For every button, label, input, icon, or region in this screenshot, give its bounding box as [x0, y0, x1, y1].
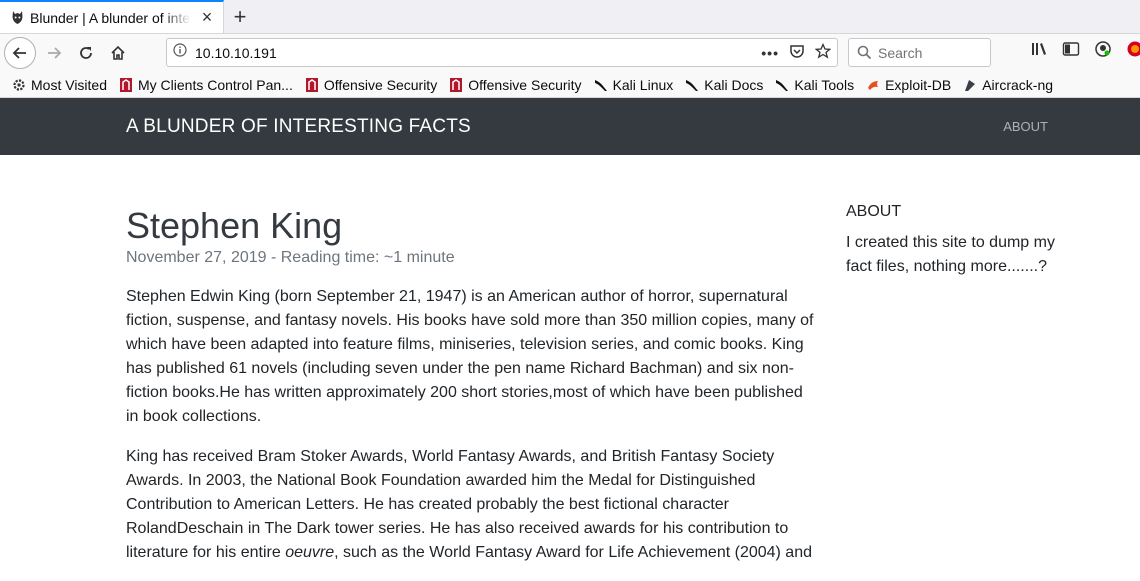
- search-icon: [857, 45, 872, 60]
- site-favicon-icon: [10, 10, 24, 26]
- sidebar-text: I created this site to dump my fact file…: [846, 231, 1076, 279]
- reload-icon: [78, 45, 94, 61]
- search-input[interactable]: Search: [848, 38, 991, 67]
- close-tab-icon[interactable]: ×: [197, 8, 217, 28]
- url-bar[interactable]: 10.10.10.191 •••: [166, 38, 838, 67]
- forward-arrow-icon: [46, 45, 62, 61]
- bookmark-kali-linux[interactable]: Kali Linux: [594, 77, 674, 93]
- post-paragraph-text: , such as the World Fantasy Award for Li…: [334, 544, 812, 561]
- sidebar-toggle-icon[interactable]: [1062, 41, 1080, 62]
- sidebar-heading: ABOUT: [846, 203, 1076, 221]
- extension-icon[interactable]: [1126, 40, 1140, 63]
- library-icon[interactable]: [1030, 41, 1048, 62]
- nav-toolbar: 10.10.10.191 ••• Search: [0, 34, 1140, 72]
- aircrack-icon: [963, 78, 977, 92]
- post-meta: November 27, 2019 - Reading time: ~1 min…: [126, 249, 816, 267]
- bookmark-kali-tools[interactable]: Kali Tools: [775, 77, 854, 93]
- kali-dragon-icon: [685, 78, 699, 92]
- kali-dragon-icon: [594, 78, 608, 92]
- offsec-icon: [305, 78, 319, 92]
- offsec-icon: [449, 78, 463, 92]
- tab-bar: Blunder | A blunder of interesting facts…: [0, 0, 1140, 34]
- url-text[interactable]: 10.10.10.191: [195, 45, 761, 61]
- sidebar: ABOUT I created this site to dump my fac…: [846, 203, 1076, 279]
- home-icon: [110, 45, 126, 61]
- gear-icon: [12, 78, 26, 92]
- bookmark-kali-docs[interactable]: Kali Docs: [685, 77, 763, 93]
- post-paragraph: Stephen Edwin King (born September 21, 1…: [126, 285, 816, 429]
- back-button[interactable]: [4, 37, 36, 69]
- tab-title: Blunder | A blunder of interesting facts: [30, 10, 191, 26]
- bookmark-most-visited[interactable]: Most Visited: [12, 77, 107, 93]
- exploitdb-icon: [866, 78, 880, 92]
- tab-blunder[interactable]: Blunder | A blunder of interesting facts…: [0, 0, 224, 33]
- bookmarks-toolbar: Most Visited My Clients Control Pan... O…: [0, 72, 1140, 98]
- nav-about-link[interactable]: ABOUT: [1003, 119, 1048, 134]
- bookmark-aircrack-ng[interactable]: Aircrack-ng: [963, 77, 1053, 93]
- bookmark-offensive-security-2[interactable]: Offensive Security: [449, 77, 581, 93]
- post: Stephen King November 27, 2019 - Reading…: [126, 205, 816, 581]
- bookmark-my-clients[interactable]: My Clients Control Pan...: [119, 77, 293, 93]
- bookmark-star-icon[interactable]: [815, 43, 831, 62]
- info-icon[interactable]: [173, 43, 187, 62]
- offsec-icon: [119, 78, 133, 92]
- forward-button[interactable]: [38, 37, 70, 69]
- new-tab-button[interactable]: +: [224, 0, 256, 33]
- account-icon[interactable]: [1094, 40, 1112, 63]
- kali-dragon-icon: [775, 78, 789, 92]
- pocket-icon[interactable]: [789, 44, 805, 62]
- post-title[interactable]: Stephen King: [126, 205, 816, 247]
- post-paragraph: King has received Bram Stoker Awards, Wo…: [126, 445, 816, 565]
- bookmark-offensive-security-1[interactable]: Offensive Security: [305, 77, 437, 93]
- search-placeholder: Search: [878, 45, 922, 61]
- site-brand[interactable]: A BLUNDER OF INTERESTING FACTS: [126, 116, 471, 138]
- site-navbar: A BLUNDER OF INTERESTING FACTS ABOUT: [0, 98, 1140, 155]
- page-actions-icon[interactable]: •••: [761, 45, 779, 61]
- bookmark-exploit-db[interactable]: Exploit-DB: [866, 77, 951, 93]
- post-paragraph-emphasis: oeuvre: [285, 544, 334, 561]
- back-arrow-icon: [12, 45, 28, 61]
- home-button[interactable]: [102, 37, 134, 69]
- reload-button[interactable]: [70, 37, 102, 69]
